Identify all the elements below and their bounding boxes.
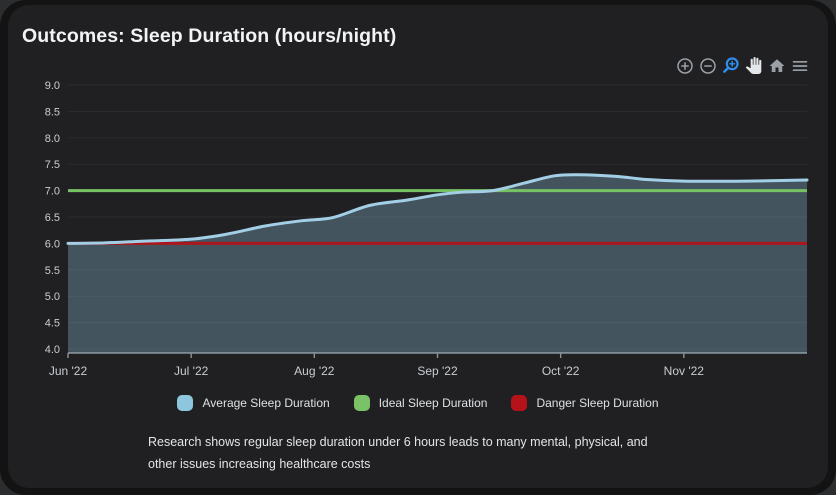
legend-label: Ideal Sleep Duration xyxy=(379,396,488,410)
svg-text:5.0: 5.0 xyxy=(45,291,60,303)
svg-text:9.0: 9.0 xyxy=(45,80,60,92)
danger-sleep-swatch xyxy=(511,395,527,411)
svg-text:Oct '22: Oct '22 xyxy=(542,364,580,378)
svg-text:Sep '22: Sep '22 xyxy=(417,364,458,378)
ideal-sleep-swatch xyxy=(354,395,370,411)
legend-label: Average Sleep Duration xyxy=(202,396,329,410)
svg-text:Jun '22: Jun '22 xyxy=(49,364,88,378)
average-sleep-swatch xyxy=(177,395,193,411)
legend-item-danger-sleep[interactable]: Danger Sleep Duration xyxy=(511,395,658,411)
svg-text:6.0: 6.0 xyxy=(45,238,60,250)
svg-text:Aug '22: Aug '22 xyxy=(294,364,335,378)
legend-label: Danger Sleep Duration xyxy=(536,396,658,410)
svg-text:Nov '22: Nov '22 xyxy=(664,364,705,378)
svg-text:6.5: 6.5 xyxy=(45,212,60,224)
svg-text:Jul '22: Jul '22 xyxy=(174,364,209,378)
chart-legend: Average Sleep Duration Ideal Sleep Durat… xyxy=(8,395,828,411)
svg-text:5.5: 5.5 xyxy=(45,265,60,277)
svg-text:7.0: 7.0 xyxy=(45,186,60,198)
svg-text:4.5: 4.5 xyxy=(45,318,60,330)
legend-item-ideal-sleep[interactable]: Ideal Sleep Duration xyxy=(354,395,488,411)
chart-canvas[interactable]: 4.0 4.5 5.0 5.5 6.0 6.5 7.0 7.5 8.0 8.5 9.0 Jun '22… xyxy=(8,5,828,385)
caption-line-1: Research shows regular sleep duration un… xyxy=(148,432,748,454)
legend-item-average-sleep[interactable]: Average Sleep Duration xyxy=(177,395,329,411)
svg-text:4.0: 4.0 xyxy=(45,344,60,356)
svg-text:8.0: 8.0 xyxy=(45,133,60,145)
svg-text:7.5: 7.5 xyxy=(45,159,60,171)
svg-text:8.5: 8.5 xyxy=(45,106,60,118)
chart-card: Outcomes: Sleep Duration (hours/night) xyxy=(8,5,828,488)
caption-line-2: other issues increasing healthcare costs xyxy=(148,454,748,476)
chart-caption: Research shows regular sleep duration un… xyxy=(148,432,748,475)
